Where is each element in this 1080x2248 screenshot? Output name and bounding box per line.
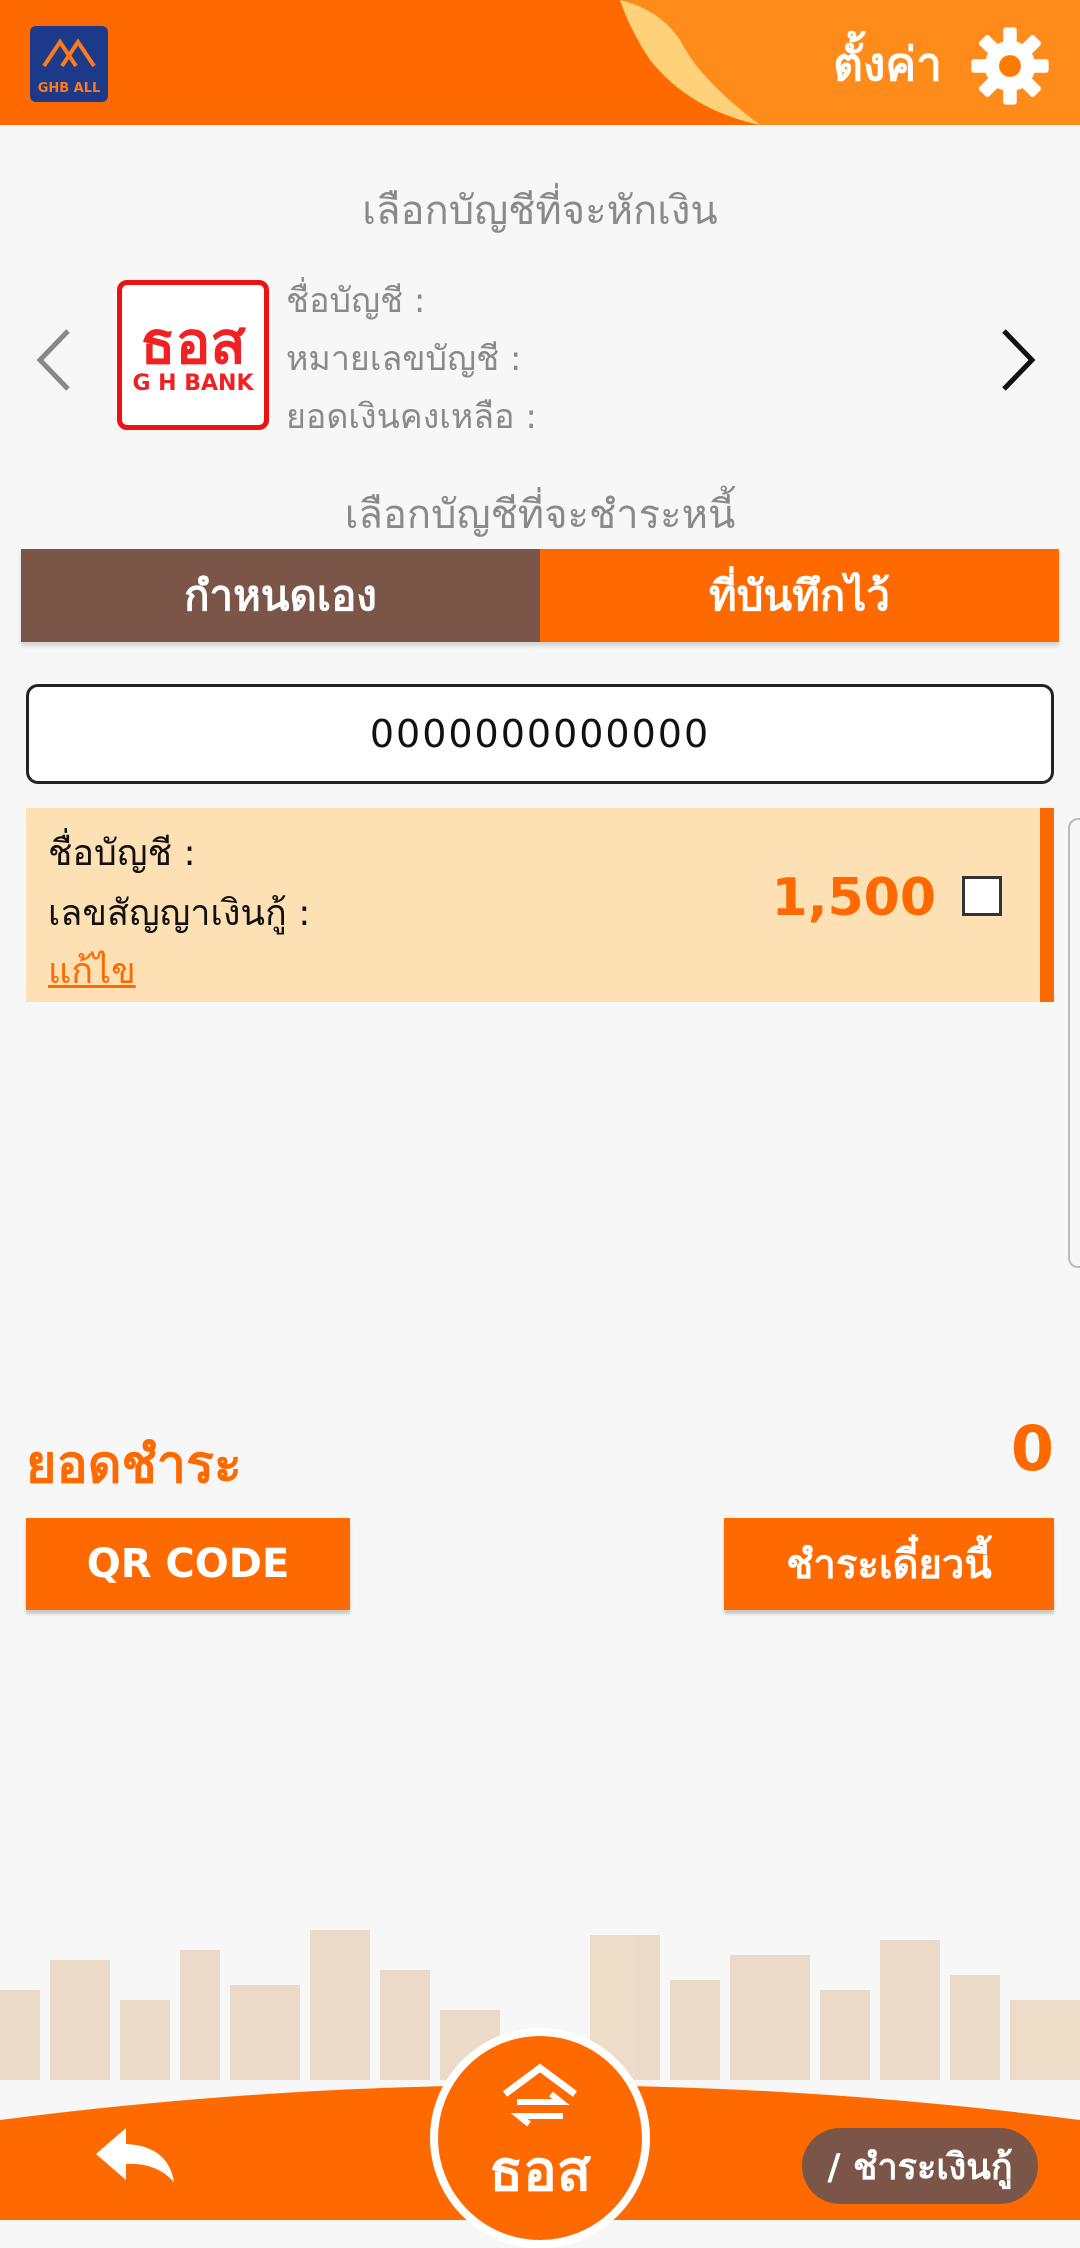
pay-now-button[interactable]: ชำระเดี๋ยวนี้ [724,1518,1054,1610]
debit-section-title: เลือกบัญชีที่จะหักเงิน [362,188,718,234]
account-name-label: ชื่อบัญชี : [286,281,426,321]
app-logo-text: GHB ALL [37,81,101,96]
loan-account-name-label: ชื่อบัญชี : [48,833,196,874]
qr-code-button[interactable]: QR CODE [26,1518,350,1610]
loan-amount: 1,500 [771,868,936,928]
bank-logo: ธอส G H BANK [117,280,269,430]
loan-contract-label: เลขสัญญาเงินกู้ : [48,893,311,934]
gear-icon[interactable] [968,24,1052,108]
tab-saved[interactable]: ที่บันทึกไว้ [540,549,1059,642]
chevron-left-icon[interactable] [30,325,80,395]
debit-account-info: ชื่อบัญชี : หมายเลขบัญชี : ยอดเงินคงเหลื… [286,272,537,446]
app-logo: GHB ALL [30,26,108,102]
bank-logo-main-text: ธอส [140,308,246,377]
bank-logo-sub-text: G H BANK [132,370,254,396]
home-button-text: ธอส [489,2138,591,2204]
back-arrow-icon[interactable] [90,2120,180,2190]
breadcrumb: / ชำระเงินกู้ [802,2128,1038,2204]
loan-checkbox[interactable] [962,876,1002,916]
top-bar: GHB ALL ตั้งค่า [0,0,1080,125]
account-number-label: หมายเลขบัญชี : [286,339,522,379]
payee-tabs: กำหนดเอง ที่บันทึกไว้ [21,549,1059,642]
payee-account-input[interactable]: 0000000000000 [26,684,1054,784]
tab-custom[interactable]: กำหนดเอง [21,549,540,642]
payment-total-value: 0 [1010,1412,1054,1485]
loan-card[interactable]: ชื่อบัญชี : เลขสัญญาเงินกู้ : แก้ไข 1,50… [26,808,1054,1002]
balance-label: ยอดเงินคงเหลือ : [286,397,537,437]
payee-section-title: เลือกบัญชีที่จะชำระหนี้ [344,492,736,538]
edit-link[interactable]: แก้ไข [48,942,136,999]
payment-total-label: ยอดชำระ [26,1435,242,1495]
side-scroll-edge[interactable] [1068,818,1080,1268]
settings-label[interactable]: ตั้งค่า [833,28,942,101]
home-button[interactable]: ธอส [430,2028,650,2248]
chevron-right-icon[interactable] [992,325,1042,395]
house-exchange-icon [502,2063,578,2126]
house-logo-icon [42,38,96,68]
